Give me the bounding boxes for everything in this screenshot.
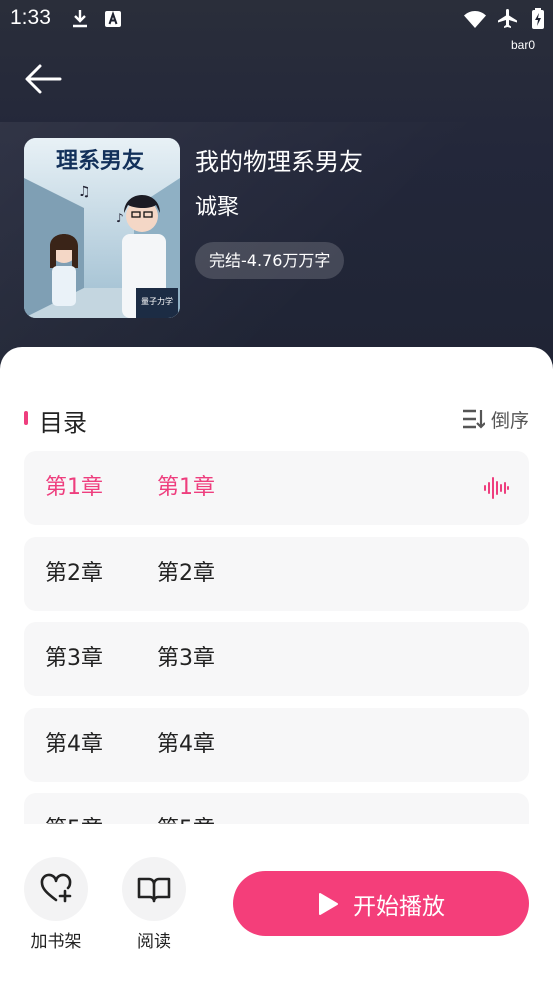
read-icon-circle — [122, 857, 186, 921]
svg-text:♫: ♫ — [78, 184, 91, 200]
chapter-item-4[interactable]: 第4章 第4章 — [24, 708, 529, 782]
chapter-number: 第4章 — [45, 732, 103, 757]
section-accent-bar — [24, 411, 28, 425]
play-icon — [319, 892, 338, 915]
add-to-bookshelf-button[interactable]: 加书架 — [23, 857, 89, 952]
sort-list-icon — [462, 409, 485, 429]
status-badge: 完结-4.76万万字 — [195, 242, 345, 279]
battery-charging-icon — [532, 8, 544, 29]
audio-wave-icon — [484, 477, 509, 499]
svg-text:♪: ♪ — [116, 211, 124, 225]
read-button[interactable]: 阅读 — [121, 857, 187, 952]
chapter-item-5[interactable]: 第5章 第5章 — [24, 793, 529, 824]
sort-label: 倒序 — [490, 409, 529, 432]
heart-plus-icon — [40, 873, 72, 903]
status-bar: 1:33 bar0 — [0, 0, 553, 52]
start-playback-button[interactable]: 开始播放 — [233, 871, 529, 936]
bar-label: bar0 — [510, 38, 535, 52]
chapter-name: 第4章 — [157, 732, 215, 757]
airplane-icon — [498, 9, 517, 28]
bookshelf-label: 加书架 — [30, 932, 82, 952]
chapter-item-1[interactable]: 第1章 第1章 — [24, 451, 529, 525]
chapter-number: 第5章 — [45, 793, 103, 824]
chapter-item-2[interactable]: 第2章 第2章 — [24, 537, 529, 611]
chapter-number: 第1章 — [45, 475, 103, 500]
chapter-number: 第2章 — [45, 561, 103, 586]
wifi-icon — [464, 11, 486, 28]
book-cover[interactable]: ♫ ♪ 量子力学 理系男友 — [24, 138, 180, 318]
book-title: 我的物理系男友 — [195, 148, 363, 176]
chapter-item-3[interactable]: 第3章 第3章 — [24, 622, 529, 696]
cover-illustration: ♫ ♪ 量子力学 理系男友 — [24, 138, 180, 318]
cover-title: 理系男友 — [56, 148, 144, 174]
chapter-name: 第2章 — [157, 561, 215, 586]
open-book-icon — [137, 877, 171, 903]
bookshelf-icon-circle — [24, 857, 88, 921]
download-icon — [73, 10, 87, 28]
keyboard-a-icon — [105, 10, 121, 27]
sort-order-button[interactable]: 倒序 — [461, 405, 529, 433]
status-time: 1:33 — [10, 6, 51, 29]
chapter-list[interactable]: 第1章 第1章 第2章 第2章 第3章 第3章 第4章 第4章 第5章 第5章 — [0, 450, 553, 824]
chapter-name: 第5章 — [157, 793, 215, 824]
play-label: 开始播放 — [353, 893, 445, 920]
chapter-name: 第3章 — [157, 646, 215, 671]
cover-book-text: 量子力学 — [141, 296, 173, 306]
back-button[interactable] — [22, 60, 64, 100]
arrow-left-icon — [25, 64, 62, 94]
toc-title: 目录 — [39, 409, 87, 437]
chapter-name: 第1章 — [157, 475, 215, 500]
read-label: 阅读 — [137, 932, 171, 952]
book-author[interactable]: 诚聚 — [195, 189, 239, 221]
chapter-number: 第3章 — [45, 646, 103, 671]
